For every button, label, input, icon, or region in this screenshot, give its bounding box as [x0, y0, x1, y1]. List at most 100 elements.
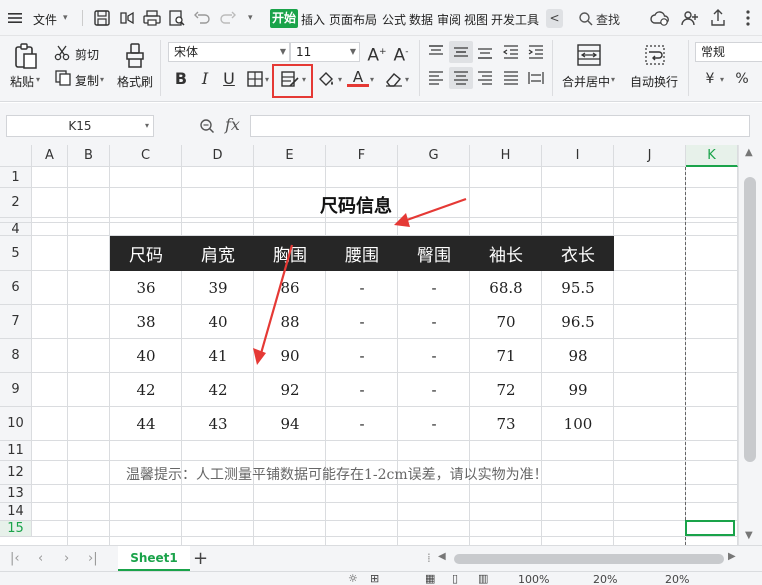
table-cell[interactable]: -	[398, 305, 470, 339]
underline-button[interactable]: U	[218, 68, 240, 90]
more-icon[interactable]	[738, 8, 758, 28]
fill-color-dropdown-icon[interactable]: ▾	[338, 75, 342, 84]
redo-icon[interactable]	[218, 8, 238, 28]
column-header-k[interactable]: K	[686, 145, 738, 167]
row-header-7[interactable]: 7	[0, 305, 32, 339]
table-cell[interactable]: -	[326, 339, 398, 373]
table-cell[interactable]: 88	[254, 305, 326, 339]
horizontal-scrollbar-thumb[interactable]	[454, 554, 724, 564]
borders-dropdown-icon[interactable]: ▾	[265, 75, 269, 84]
table-cell[interactable]: 95.5	[542, 271, 614, 305]
increase-indent-icon[interactable]	[527, 44, 545, 60]
align-middle-button[interactable]	[449, 41, 473, 63]
share-icon[interactable]	[708, 8, 728, 28]
hamburger-icon[interactable]	[6, 10, 24, 26]
layout-icon[interactable]: ⊞	[370, 572, 379, 585]
print-preview-icon[interactable]	[167, 8, 187, 28]
file-dropdown-icon[interactable]: ▾	[63, 13, 68, 23]
format-painter-button[interactable]: 格式刷	[117, 73, 153, 90]
paste-dropdown-icon[interactable]: ▾	[36, 75, 40, 84]
name-box[interactable]: K15 ▾	[6, 115, 154, 137]
table-cell[interactable]: 36	[110, 271, 182, 305]
merge-dropdown-icon[interactable]: ▾	[611, 75, 615, 84]
align-right-icon[interactable]	[476, 70, 494, 86]
table-header-cell[interactable]: 腰围	[326, 236, 398, 271]
distributed-align-icon[interactable]	[527, 70, 545, 86]
table-cell[interactable]: 42	[110, 373, 182, 407]
scroll-right-icon[interactable]: ▶	[728, 551, 736, 562]
export-icon[interactable]	[117, 8, 137, 28]
column-header-c[interactable]: C	[110, 145, 182, 167]
row-header-13[interactable]: 13	[0, 485, 32, 503]
file-menu[interactable]: 文件	[33, 11, 57, 28]
table-header-cell[interactable]: 尺码	[110, 236, 182, 271]
table-cell[interactable]: -	[398, 373, 470, 407]
tab-developer[interactable]: 开发工具	[491, 11, 539, 28]
prev-sheet-icon[interactable]: ‹	[38, 551, 43, 566]
horizontal-scrollbar[interactable]: ◀ ▶	[438, 551, 738, 564]
font-size-select[interactable]: 11 ▼	[290, 42, 360, 62]
select-all-corner[interactable]	[0, 145, 32, 167]
scrollbar-thumb[interactable]	[744, 177, 756, 462]
tab-view[interactable]: 视图	[464, 11, 488, 28]
table-cell[interactable]: 92	[254, 373, 326, 407]
number-format-select[interactable]: 常规	[695, 42, 762, 62]
copy-icon[interactable]	[54, 70, 72, 86]
save-icon[interactable]	[92, 8, 112, 28]
table-cell[interactable]: 96.5	[542, 305, 614, 339]
justify-icon[interactable]	[502, 70, 520, 86]
tab-page-layout[interactable]: 页面布局	[329, 11, 377, 28]
font-color-button[interactable]: A	[347, 67, 369, 87]
wrap-text-button[interactable]: 自动换行	[630, 73, 678, 90]
table-cell[interactable]: 41	[182, 339, 254, 373]
table-header-cell[interactable]: 肩宽	[182, 236, 254, 271]
row-header-9[interactable]: 9	[0, 373, 32, 407]
table-cell[interactable]: 40	[110, 339, 182, 373]
table-cell[interactable]: 94	[254, 407, 326, 441]
table-cell[interactable]: 73	[470, 407, 542, 441]
column-header-e[interactable]: E	[254, 145, 326, 167]
table-cell[interactable]: 43	[182, 407, 254, 441]
row-header-11[interactable]: 11	[0, 441, 32, 461]
column-header-f[interactable]: F	[326, 145, 398, 167]
page-break-view-icon[interactable]: ▥	[478, 572, 488, 585]
table-cell[interactable]: 99	[542, 373, 614, 407]
align-left-icon[interactable]	[427, 70, 445, 86]
scroll-left-icon[interactable]: ◀	[438, 551, 446, 562]
currency-button[interactable]: ¥	[699, 68, 721, 90]
decrease-font-size-button[interactable]: A-	[390, 41, 412, 66]
table-cell[interactable]: -	[398, 271, 470, 305]
table-cell[interactable]: 42	[182, 373, 254, 407]
wrap-text-icon[interactable]	[643, 43, 667, 67]
row-header-10[interactable]: 10	[0, 407, 32, 441]
normal-view-icon[interactable]: ▦	[425, 572, 435, 585]
row-header-2[interactable]: 2	[0, 188, 32, 218]
table-cell[interactable]: 100	[542, 407, 614, 441]
vertical-scrollbar[interactable]: ▲ ▼	[738, 145, 762, 545]
row-header-4[interactable]: 4	[0, 222, 32, 237]
undo-icon[interactable]	[192, 8, 212, 28]
tab-split-handle[interactable]: ⁞	[427, 551, 431, 565]
row-header-14[interactable]: 14	[0, 503, 32, 521]
table-cell[interactable]: 98	[542, 339, 614, 373]
table-cell[interactable]: 86	[254, 271, 326, 305]
font-color-dropdown-icon[interactable]: ▾	[370, 75, 374, 84]
currency-dropdown-icon[interactable]: ▾	[720, 75, 724, 84]
copy-button[interactable]: 复制	[75, 72, 99, 89]
column-header-b[interactable]: B	[68, 145, 110, 167]
last-sheet-icon[interactable]: ›|	[88, 551, 98, 566]
align-bottom-icon[interactable]	[476, 44, 494, 60]
eye-protection-icon[interactable]: ☼	[348, 572, 358, 585]
add-sheet-button[interactable]: +	[193, 548, 208, 569]
print-icon[interactable]	[142, 8, 162, 28]
table-cell[interactable]: -	[326, 271, 398, 305]
table-header-cell[interactable]: 臀围	[398, 236, 470, 271]
sheet-tab-sheet1[interactable]: Sheet1	[118, 546, 190, 571]
borders-icon[interactable]	[246, 70, 264, 88]
page-layout-view-icon[interactable]: ▯	[452, 572, 458, 585]
table-cell[interactable]: -	[326, 305, 398, 339]
quick-access-dropdown-icon[interactable]: ▾	[248, 13, 253, 23]
column-header-a[interactable]: A	[32, 145, 68, 167]
italic-button[interactable]: I	[194, 68, 216, 90]
zoom-level[interactable]: 100%	[518, 573, 549, 585]
